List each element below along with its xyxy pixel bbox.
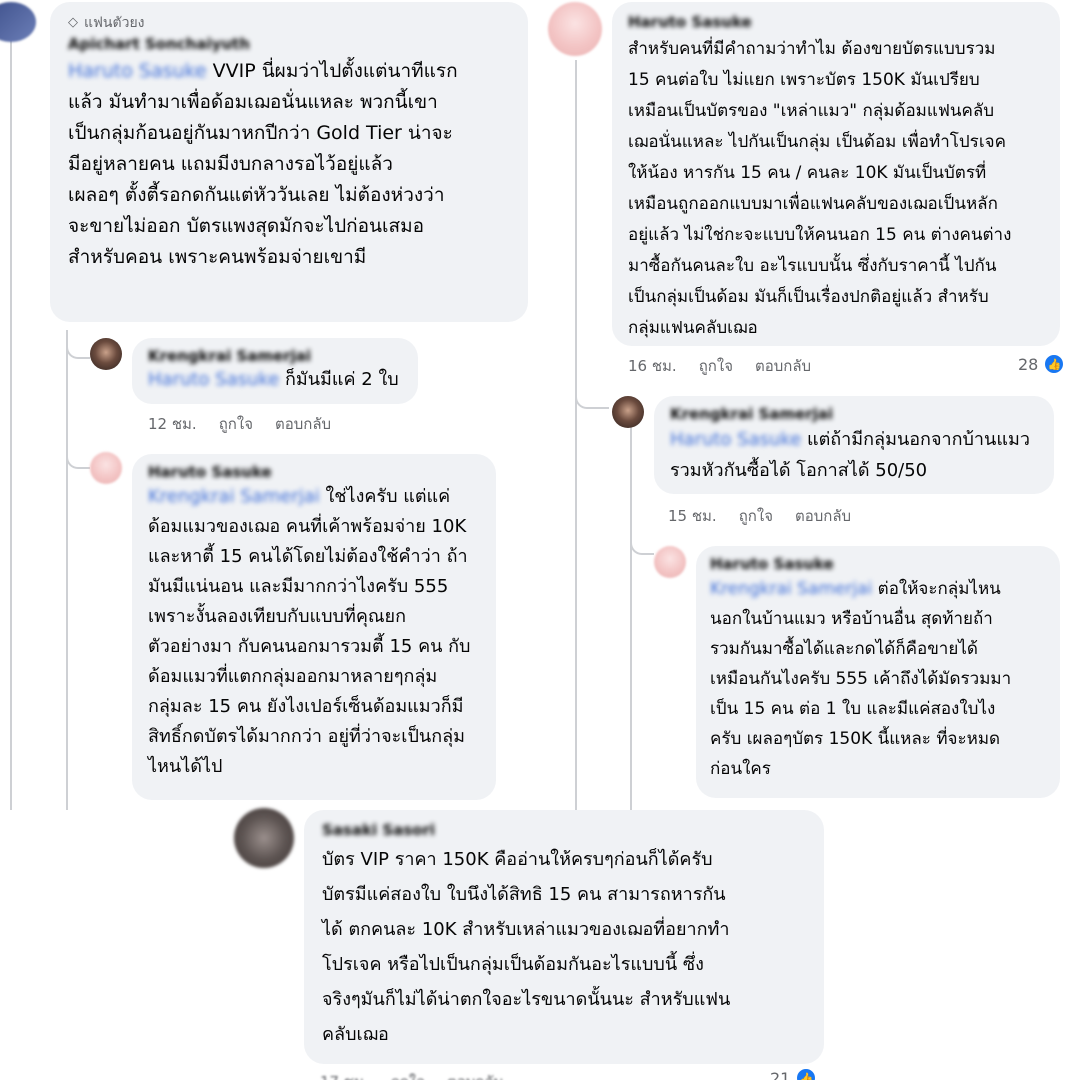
comment-author[interactable]: Sasaki Sasori bbox=[322, 820, 806, 840]
avatar[interactable] bbox=[90, 452, 122, 484]
mention-link[interactable]: Haruto Sasuke bbox=[68, 60, 207, 82]
avatar[interactable] bbox=[654, 546, 686, 578]
comment-body: VVIP นี่ผมว่าไปตั้งแต่นาทีแรก แล้ว มันทำ… bbox=[68, 60, 458, 268]
comment-actions: 17 ชม. ถูกใจ ตอบกลับ bbox=[320, 1072, 503, 1080]
reply-button[interactable]: ตอบกลับ bbox=[755, 356, 811, 376]
comment-author[interactable]: Haruto Sasuke bbox=[628, 12, 1044, 32]
like-button[interactable]: ถูกใจ bbox=[739, 506, 773, 526]
thread-line-left-main bbox=[10, 40, 12, 810]
reaction-count[interactable]: 21 👍 bbox=[770, 1068, 817, 1080]
diamond-icon: ◇ bbox=[68, 15, 78, 30]
comment-author[interactable]: Krengkrai Samerjai bbox=[148, 346, 402, 366]
thread-line-right-main bbox=[575, 60, 577, 810]
comment-author[interactable]: Haruto Sasuke bbox=[710, 554, 1046, 574]
reply-bubble: Krengkrai Samerjai Haruto Sasuke แต่ถ้าม… bbox=[654, 396, 1054, 494]
comment-author[interactable]: Krengkrai Samerjai bbox=[670, 404, 1038, 424]
reply-bubble: Haruto Sasuke Krengkrai Samerjai ใช่ไงคร… bbox=[132, 454, 496, 800]
comment-timestamp[interactable]: 16 ชม. bbox=[628, 356, 677, 376]
avatar[interactable] bbox=[90, 338, 122, 370]
top-fan-badge: ◇ แฟนตัวยง bbox=[68, 14, 510, 32]
avatar[interactable] bbox=[0, 2, 36, 42]
comment-text: Haruto Sasuke VVIP นี่ผมว่าไปตั้งแต่นาที… bbox=[68, 56, 510, 273]
comment-actions: 12 ชม. ถูกใจ ตอบกลับ bbox=[148, 414, 331, 434]
like-button[interactable]: ถูกใจ bbox=[699, 356, 733, 376]
like-icon: 👍 bbox=[1044, 354, 1065, 374]
mention-link[interactable]: Krengkrai Samerjai bbox=[148, 486, 320, 507]
reply-bubble: Haruto Sasuke Krengkrai Samerjai ต่อให้จ… bbox=[696, 546, 1060, 798]
comment-text: Krengkrai Samerjai ใช่ไงครับ แต่แค่ ด้อม… bbox=[148, 482, 480, 782]
comment-text: บัตร VIP ราคา 150K คืออ่านให้ครบๆก่อนก็ไ… bbox=[322, 849, 731, 1045]
reaction-count[interactable]: 28 👍 bbox=[1018, 354, 1065, 374]
comment-text: สำหรับคนที่มีคำถามว่าทำไม ต้องขายบัตรแบบ… bbox=[628, 39, 1012, 338]
comment-body: ใช่ไงครับ แต่แค่ ด้อมแมวของเฌอ คนที่เค้า… bbox=[148, 486, 471, 777]
mention-link[interactable]: Haruto Sasuke bbox=[670, 429, 801, 450]
thread-branch bbox=[630, 535, 654, 555]
reply-button[interactable]: ตอบกลับ bbox=[795, 506, 851, 526]
mention-link[interactable]: Haruto Sasuke bbox=[148, 369, 279, 390]
comment-text: Haruto Sasuke แต่ถ้ามีกลุ่มนอกจากบ้านแมว… bbox=[670, 424, 1038, 486]
reply-button[interactable]: ตอบกลับ bbox=[447, 1072, 503, 1080]
avatar[interactable] bbox=[234, 808, 294, 868]
comment-body: ต่อให้จะกลุ่มไหน นอกในบ้านแมว หรือบ้านอื… bbox=[710, 579, 1012, 779]
comment-bubble: Haruto Sasuke สำหรับคนที่มีคำถามว่าทำไม … bbox=[612, 2, 1060, 346]
comment-text: Krengkrai Samerjai ต่อให้จะกลุ่มไหน นอกใ… bbox=[710, 574, 1046, 784]
like-button[interactable]: ถูกใจ bbox=[219, 414, 253, 434]
comment-timestamp[interactable]: 15 ชม. bbox=[668, 506, 717, 526]
thread-branch bbox=[66, 455, 90, 469]
reaction-number: 21 bbox=[770, 1068, 791, 1080]
comment-actions: 15 ชม. ถูกใจ ตอบกลับ bbox=[668, 506, 851, 526]
comment-author[interactable]: Haruto Sasuke bbox=[148, 462, 480, 482]
badge-label: แฟนตัวยง bbox=[84, 15, 145, 31]
comment-timestamp[interactable]: 12 ชม. bbox=[148, 414, 197, 434]
thread-branch bbox=[66, 345, 90, 359]
thread-branch bbox=[575, 395, 609, 409]
thread-line-right-replies bbox=[630, 420, 632, 810]
comment-actions: 16 ชม. ถูกใจ ตอบกลับ bbox=[628, 356, 811, 376]
comment-body: ก็มันมีแค่ 2 ใบ bbox=[279, 369, 399, 390]
like-button[interactable]: ถูกใจ bbox=[391, 1072, 425, 1080]
like-icon: 👍 bbox=[796, 1068, 817, 1080]
reply-button[interactable]: ตอบกลับ bbox=[275, 414, 331, 434]
comment-bubble: ◇ แฟนตัวยง Apichart Sonchaiyuth Haruto S… bbox=[50, 2, 528, 322]
reply-bubble: Krengkrai Samerjai Haruto Sasuke ก็มันมี… bbox=[132, 338, 418, 404]
avatar[interactable] bbox=[612, 396, 644, 428]
comment-bubble: Sasaki Sasori บัตร VIP ราคา 150K คืออ่าน… bbox=[304, 810, 824, 1064]
comment-author[interactable]: Apichart Sonchaiyuth bbox=[68, 34, 510, 54]
reaction-number: 28 bbox=[1018, 354, 1039, 374]
avatar[interactable] bbox=[548, 2, 602, 56]
thread-line-left-replies bbox=[66, 330, 68, 810]
mention-link[interactable]: Krengkrai Samerjai bbox=[710, 579, 872, 599]
comment-text: Haruto Sasuke ก็มันมีแค่ 2 ใบ bbox=[148, 366, 402, 394]
comment-timestamp[interactable]: 17 ชม. bbox=[320, 1072, 369, 1080]
